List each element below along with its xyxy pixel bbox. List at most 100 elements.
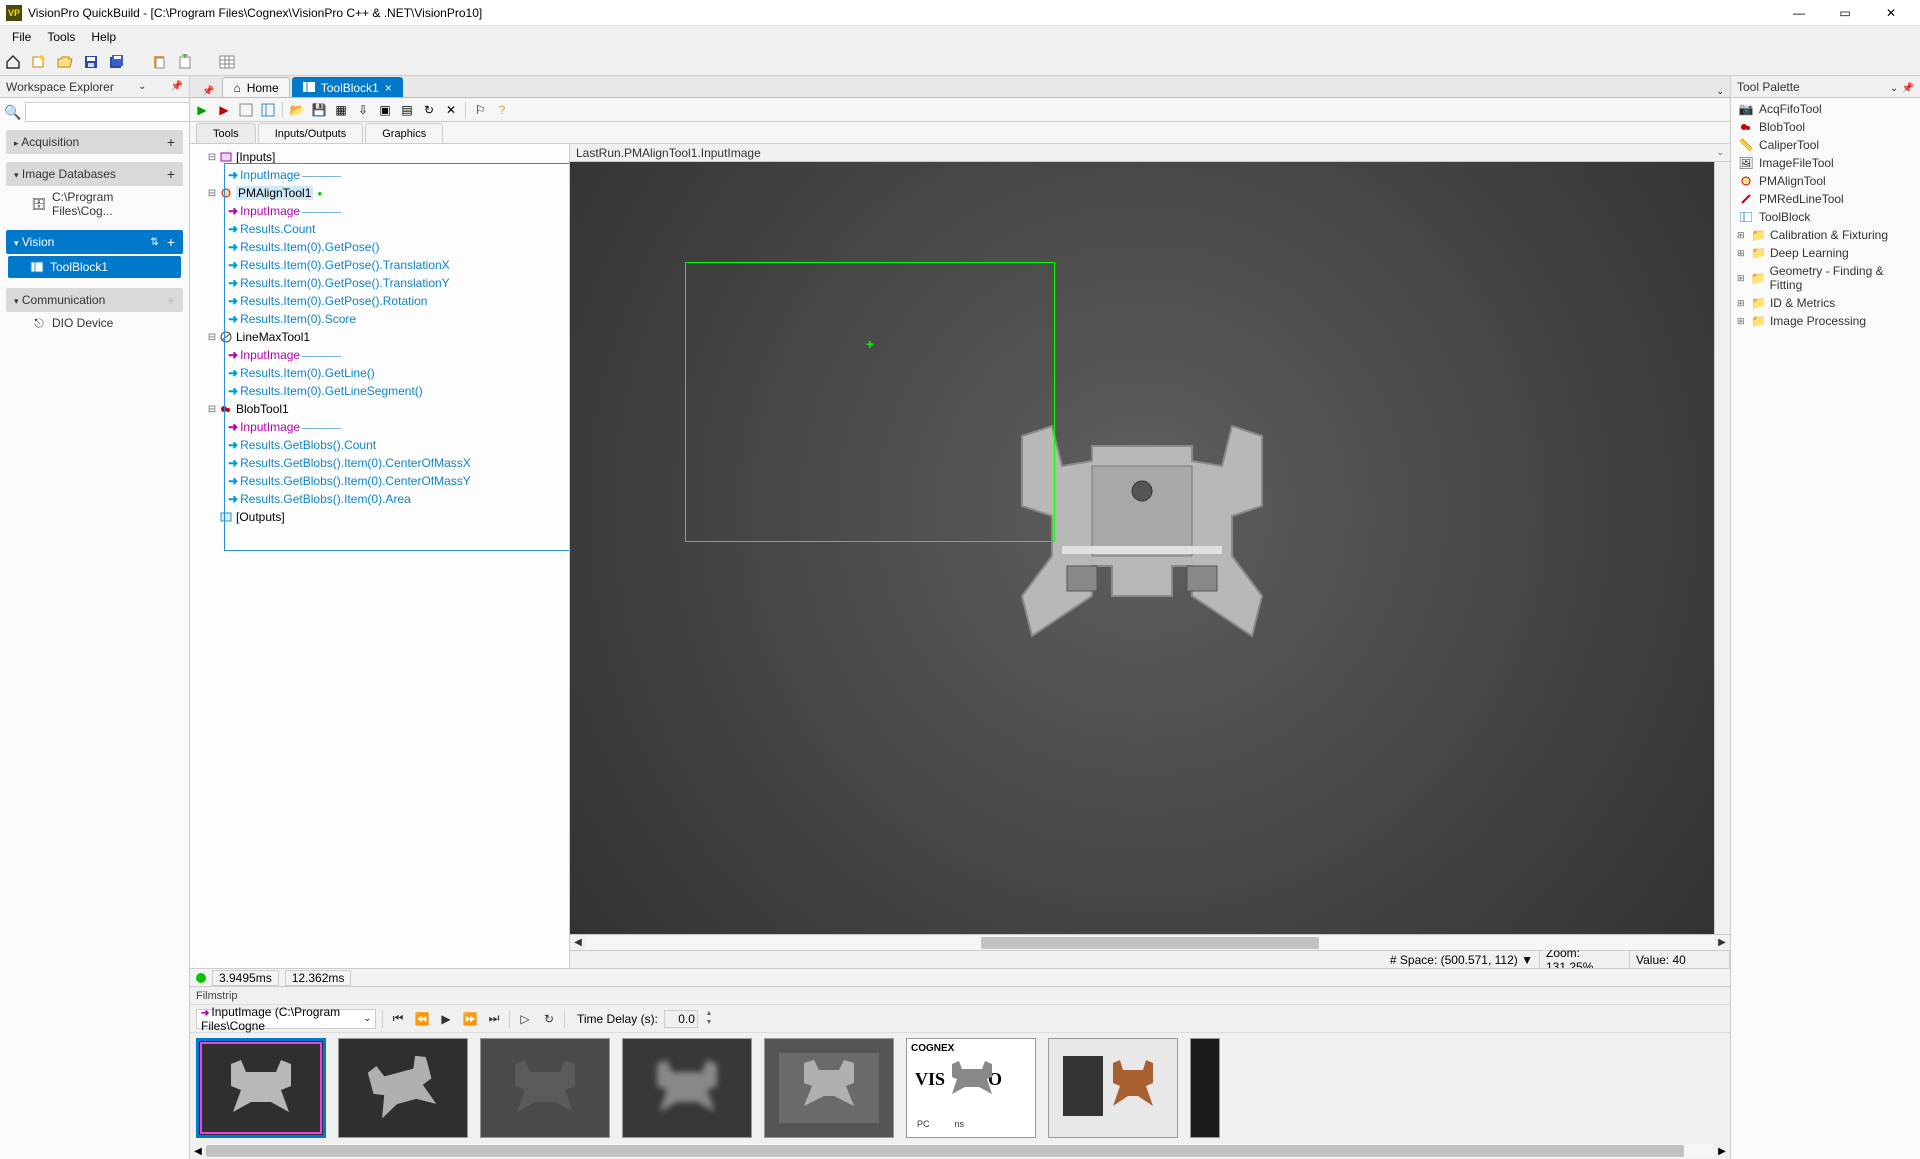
pin-icon[interactable]: 📌	[171, 81, 183, 92]
pin-icon[interactable]: 📌	[196, 86, 220, 97]
chevron-down-icon[interactable]: ⌄	[363, 1013, 371, 1024]
sort-icon[interactable]: ⇅	[150, 237, 158, 248]
grid-icon[interactable]	[218, 53, 236, 71]
subtab-tools[interactable]: Tools	[196, 123, 256, 143]
close-button[interactable]: ✕	[1868, 0, 1914, 26]
thumb-6[interactable]: COGNEXVISROPC ns	[906, 1038, 1036, 1138]
plus-icon[interactable]: +	[167, 134, 175, 150]
status-space[interactable]: # Space: (500.571, 112) ▼	[1384, 951, 1540, 968]
image-view[interactable]: +	[570, 162, 1714, 934]
palette-imagefile[interactable]: 🖼ImageFileTool	[1735, 154, 1916, 172]
home-icon[interactable]	[4, 53, 22, 71]
maximize-button[interactable]: ▭	[1822, 0, 1868, 26]
inputs-node[interactable]: [Inputs]	[236, 150, 275, 164]
section-image-databases[interactable]: ▾ Image Databases +	[6, 162, 183, 186]
menu-tools[interactable]: Tools	[39, 28, 83, 46]
thumb-8[interactable]	[1190, 1038, 1220, 1138]
save-icon[interactable]	[82, 53, 100, 71]
palette-toolblock[interactable]: ToolBlock	[1735, 208, 1916, 226]
subtab-io[interactable]: Inputs/Outputs	[258, 123, 364, 143]
palette-pmredline[interactable]: PMRedLineTool	[1735, 190, 1916, 208]
tool1-icon[interactable]	[238, 102, 254, 118]
thumb-3[interactable]	[480, 1038, 610, 1138]
vision-toolblock1[interactable]: ToolBlock1	[8, 256, 181, 278]
palette-header[interactable]: Tool Palette ⌄ 📌	[1731, 76, 1920, 98]
time-spinner[interactable]: ▲▼	[704, 1010, 714, 1028]
plus-icon[interactable]: +	[167, 166, 175, 182]
run-icon[interactable]: ▶	[194, 102, 210, 118]
save-icon[interactable]: 💾	[311, 102, 327, 118]
thumb-7[interactable]	[1048, 1038, 1178, 1138]
plus-icon[interactable]: +	[167, 234, 175, 250]
chevron-down-icon[interactable]: ⌄	[1716, 147, 1724, 158]
settings-icon[interactable]: ✕	[443, 102, 459, 118]
refresh-icon[interactable]: ↻	[421, 102, 437, 118]
thumb-4[interactable]	[622, 1038, 752, 1138]
horizontal-scrollbar[interactable]: ◀ ▶	[570, 934, 1730, 950]
play-icon[interactable]: ▶	[437, 1010, 455, 1028]
bl-input-node[interactable]: InputImage	[240, 420, 300, 434]
thumb-5[interactable]	[764, 1038, 894, 1138]
section-vision[interactable]: ▾ Vision ⇅ +	[6, 230, 183, 254]
saveall-icon[interactable]	[108, 53, 126, 71]
menu-file[interactable]: File	[4, 28, 39, 46]
minimize-button[interactable]: —	[1776, 0, 1822, 26]
bl-count-node[interactable]: Results.GetBlobs().Count	[240, 438, 376, 452]
blob-node[interactable]: BlobTool1	[236, 402, 289, 416]
lm-getseg-node[interactable]: Results.Item(0).GetLineSegment()	[240, 384, 423, 398]
tool3-icon[interactable]: ▦	[333, 102, 349, 118]
open-icon[interactable]: 📂	[289, 102, 305, 118]
tool5-icon[interactable]: ▣	[377, 102, 393, 118]
filmstrip-thumbs[interactable]: COGNEXVISROPC ns	[190, 1033, 1730, 1143]
plus-icon[interactable]: +	[167, 292, 175, 308]
palette-group-id[interactable]: ⊞📁ID & Metrics	[1735, 294, 1916, 312]
vertical-scrollbar[interactable]	[1714, 162, 1730, 934]
first-icon[interactable]: ⏮	[389, 1010, 407, 1028]
palette-group-imageproc[interactable]: ⊞📁Image Processing	[1735, 312, 1916, 330]
chevron-down-icon[interactable]: ⌄	[1890, 83, 1898, 94]
pm-input-node[interactable]: InputImage	[240, 204, 300, 218]
palette-blob[interactable]: BlobTool	[1735, 118, 1916, 136]
subtab-graphics[interactable]: Graphics	[365, 123, 443, 143]
thumb-2[interactable]	[338, 1038, 468, 1138]
open-icon[interactable]	[56, 53, 74, 71]
pm-rot-node[interactable]: Results.Item(0).GetPose().Rotation	[240, 294, 427, 308]
next-fast-icon[interactable]: ⏩	[461, 1010, 479, 1028]
bl-cmx-node[interactable]: Results.GetBlobs().Item(0).CenterOfMassX	[240, 456, 471, 470]
palette-pmalign[interactable]: PMAlignTool	[1735, 172, 1916, 190]
inputimage-node[interactable]: InputImage	[240, 168, 300, 182]
chevron-down-icon[interactable]: ⌄	[138, 81, 146, 92]
chevron-down-icon[interactable]: ⌄	[1710, 86, 1730, 97]
palette-caliper[interactable]: 📏CaliperTool	[1735, 136, 1916, 154]
search-input[interactable]	[25, 102, 190, 122]
tab-home[interactable]: ⌂ Home	[222, 77, 289, 97]
close-icon[interactable]: ×	[385, 81, 392, 95]
tool6-icon[interactable]: ▤	[399, 102, 415, 118]
pm-ty-node[interactable]: Results.Item(0).GetPose().TranslationY	[240, 276, 450, 290]
pm-tx-node[interactable]: Results.Item(0).GetPose().TranslationX	[240, 258, 450, 272]
help-icon[interactable]: ?	[494, 102, 510, 118]
section-acquisition[interactable]: ▸ Acquisition +	[6, 130, 183, 154]
palette-acqfifo[interactable]: 📷AcqFifoTool	[1735, 100, 1916, 118]
menu-help[interactable]: Help	[83, 28, 124, 46]
filmstrip-combo[interactable]: ➜InputImage (C:\Program Files\Cogne ⌄	[196, 1009, 376, 1029]
loop-icon[interactable]: ↻	[540, 1010, 558, 1028]
image-db-item[interactable]: 🗄 C:\Program Files\Cog...	[6, 186, 183, 222]
palette-group-calibration[interactable]: ⊞📁Calibration & Fixturing	[1735, 226, 1916, 244]
pm-count-node[interactable]: Results.Count	[240, 222, 315, 236]
paste-icon[interactable]	[150, 53, 168, 71]
prev-fast-icon[interactable]: ⏪	[413, 1010, 431, 1028]
flag-icon[interactable]: ⚐	[472, 102, 488, 118]
filmstrip-scrollbar[interactable]: ◀ ▶	[190, 1143, 1730, 1159]
palette-group-deeplearning[interactable]: ⊞📁Deep Learning	[1735, 244, 1916, 262]
linemax-node[interactable]: LineMaxTool1	[236, 330, 310, 344]
play2-icon[interactable]: ▷	[516, 1010, 534, 1028]
tab-toolblock1[interactable]: ToolBlock1 ×	[292, 77, 403, 97]
time-delay-input[interactable]: 0.0	[664, 1010, 698, 1028]
pin-icon[interactable]: 📌	[1902, 83, 1914, 94]
add-icon[interactable]: +	[176, 53, 194, 71]
tool4-icon[interactable]: ⇩	[355, 102, 371, 118]
bl-area-node[interactable]: Results.GetBlobs().Item(0).Area	[240, 492, 411, 506]
tool-tree[interactable]: ⊟[Inputs] ➜InputImage——— ⊟PMAlignTool1● …	[190, 144, 570, 968]
lm-input-node[interactable]: InputImage	[240, 348, 300, 362]
